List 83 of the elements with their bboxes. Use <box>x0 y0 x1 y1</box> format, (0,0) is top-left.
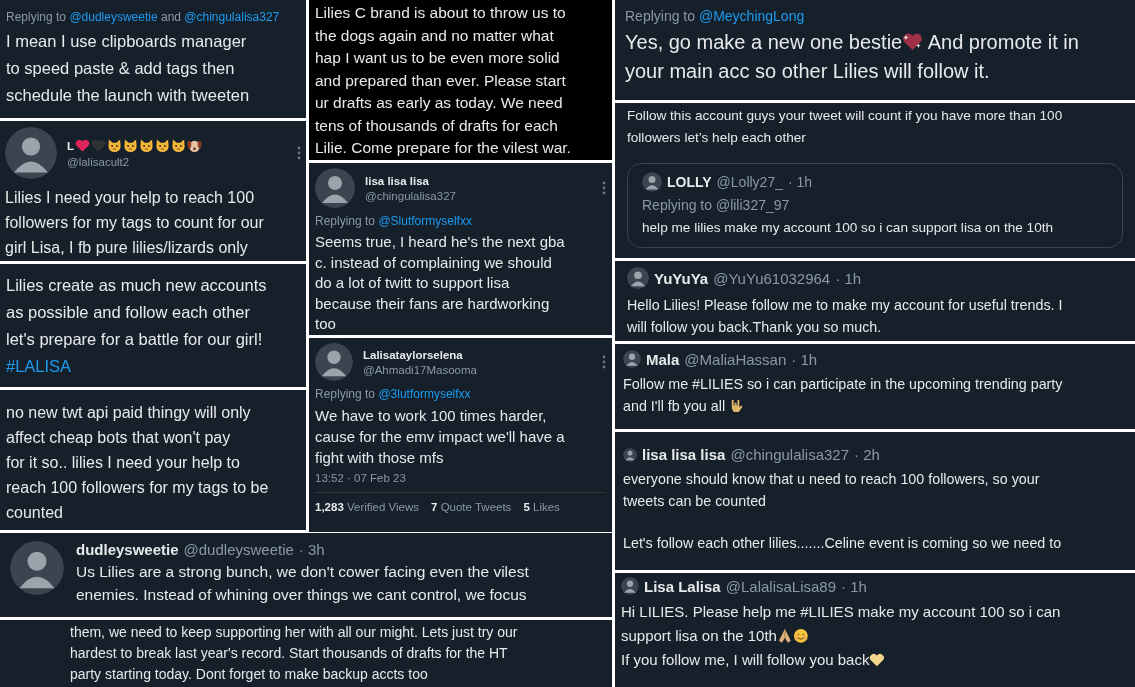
avatar[interactable] <box>315 343 353 381</box>
avatar[interactable] <box>621 577 639 595</box>
avatar[interactable] <box>315 168 355 208</box>
mention-link[interactable]: @Slutformyselfxx <box>378 214 472 228</box>
heart-icon <box>75 138 91 153</box>
hand-icon <box>729 398 745 414</box>
tweet-text: them, we need to keep supporting her with all our might. Lets just try our hardest to break last year's record. Start thousands of drafts for the HT party starting today. Dont forget to make backup accts too <box>70 623 519 684</box>
post-time: · 1h <box>835 269 862 287</box>
tweet-text: Lilies I need your help to reach 100 followers for my tags to count for our girl Lisa, I fb pure lilies/lizards only <box>5 188 265 258</box>
tweet-text: Follow me #LILIES so i can participate in the upcoming trending party and I'll fb you all <box>623 375 1064 416</box>
cat-face-icon <box>155 138 171 153</box>
avatar[interactable] <box>623 350 641 368</box>
post-time: · 1h <box>841 577 867 595</box>
tweet-text: Hello Lilies! Please follow me to make my account for useful trends. I will follow you back.Thank you so much. <box>627 296 1064 337</box>
tweet-text: help me lilies make my account 100 so i can support lisa on the 10th <box>642 219 1055 237</box>
mention-link[interactable]: @3lutformyselfxx <box>378 387 471 401</box>
tweet-text: no new twt api paid thingy will only affect cheap bots that won't pay for it so.. lilies I need your help to reach 100 followers for my tags to be counted <box>6 403 270 523</box>
user-handle: @dudleysweetie <box>183 541 294 558</box>
more-icon[interactable] <box>297 146 301 160</box>
heart-icon <box>869 651 886 668</box>
mention-link[interactable]: @MeychingLong <box>698 8 805 24</box>
cat-face-icon <box>171 138 187 153</box>
user-name[interactable]: Lisa Lalisa <box>644 577 721 595</box>
user-name[interactable]: Lalisataylorselena <box>363 348 592 361</box>
tweet-text: Hi LILIES. Please help me #LILIES make my account 100 so i can support lisa on the 10th If you follow me, I will follow you back <box>621 602 1062 670</box>
avatar[interactable] <box>10 541 64 595</box>
avatar[interactable] <box>642 172 662 192</box>
user-handle: @chingulalisa327 <box>365 189 457 202</box>
user-name[interactable]: YuYuYa <box>654 269 709 287</box>
post-time: · 3h <box>298 541 325 558</box>
mention-link[interactable]: @lili327_97 <box>715 197 790 213</box>
post-time: · 2h <box>854 446 880 463</box>
user-name[interactable]: L <box>67 139 75 152</box>
tweet-text: Let's follow each other lilies.......Celine event is coming so we need to <box>623 534 1063 553</box>
reply-context: Replying to @3lutformyselfxx <box>315 387 472 401</box>
avatar[interactable] <box>5 127 57 179</box>
user-name[interactable]: Mala <box>646 350 680 368</box>
tweet-text: Lilies C brand is about to throw us to the dogs again and no matter what hap I want us to be even more solid and prepared than ever. Please start ur drafts as early as today. We need tens of thousands of drafts for each Lilie. Come prepare for the vilest war. <box>315 3 572 158</box>
reply-context: Replying to @Slutformyselfxx <box>315 214 473 228</box>
engagement-stat[interactable]: 5 Likes <box>523 501 560 513</box>
user-handle: @LalalisaLisa89 <box>725 577 836 595</box>
avatar[interactable] <box>623 447 637 462</box>
heart-icon <box>91 138 107 153</box>
quoted-tweet[interactable]: LOLLY @Lolly27_ · 1h Replying to @lili327_97 help me lilies make my account 100 so i can support lisa on the 10th <box>627 163 1123 248</box>
user-handle: @YuYu61032964 <box>713 269 831 287</box>
tweet-text: Seems true, I heard he's the next gba c. instead of complaining we should do a lot of twitt to support lisa because their fans are hardworking too <box>315 232 566 334</box>
tweet-text: Lilies create as much new accounts as possible and follow each other let's prepare for a battle for our girl! #LALISA <box>6 275 268 377</box>
cat-face-icon <box>123 138 139 153</box>
smiley-icon <box>792 627 809 644</box>
engagement-stat[interactable]: 7 Quote Tweets <box>431 501 512 513</box>
user-handle: @chingulalisa327 <box>730 446 850 463</box>
user-handle: @Lolly27_ <box>716 174 783 190</box>
avatar[interactable] <box>627 267 649 289</box>
praying-hands-icon <box>776 627 793 644</box>
tweet-timestamp: 13:52 · 07 Feb 23 <box>315 472 606 493</box>
post-time: · 1h <box>788 174 813 190</box>
engagement-stat[interactable]: 1,283 Verified Views <box>315 501 419 513</box>
reply-context: Replying to @MeychingLong <box>625 8 806 24</box>
tweet-text: Yes, go make a new one bestie And promote it in your main acc so other Lilies will follow it. <box>625 30 1080 84</box>
cat-face-icon <box>107 138 123 153</box>
tweet-text: Us Lilies are a strong bunch, we don't cower facing even the vilest enemies. Instead of whining over things we cant control, we focus <box>76 562 529 605</box>
user-name[interactable]: dudleysweetie <box>76 541 179 558</box>
dog-face-icon <box>187 138 203 153</box>
more-icon[interactable] <box>602 355 606 369</box>
mention-link[interactable]: @chingulalisa327 <box>184 10 280 24</box>
heart-icon <box>902 31 924 52</box>
reply-context: Replying to @dudleysweetie and @chingulalisa327 <box>6 10 281 24</box>
user-name[interactable]: lisa lisa lisa <box>365 174 592 187</box>
tweet-text: We have to work 100 times harder, cause for the emv impact we'll have a fight with those mfs <box>315 406 566 468</box>
user-name[interactable]: LOLLY <box>667 174 712 190</box>
user-handle: @Ahmadi17Masooma <box>363 363 478 376</box>
hashtag-link[interactable]: #LALISA <box>6 357 72 375</box>
tweet-text: I mean I use clipboards manager to speed paste & add tags then schedule the launch with tweeten <box>6 31 251 106</box>
reply-context: Replying to @lili327_97 <box>642 197 791 213</box>
user-name[interactable]: lisa lisa lisa <box>642 446 726 463</box>
mention-link[interactable]: @dudleysweetie <box>69 10 158 24</box>
user-handle: @MaliaHassan <box>684 350 787 368</box>
cat-face-icon <box>139 138 155 153</box>
tweet-text: everyone should know that u need to reach 100 followers, so your tweets can be counted <box>623 470 1041 511</box>
more-icon[interactable] <box>602 181 606 195</box>
user-handle: @lalisacult2 <box>67 156 131 168</box>
post-time: · 1h <box>791 350 818 368</box>
tweet-text: Follow this account guys your tweet will count if you have more than 100 followers let’s help each other <box>627 107 1064 147</box>
